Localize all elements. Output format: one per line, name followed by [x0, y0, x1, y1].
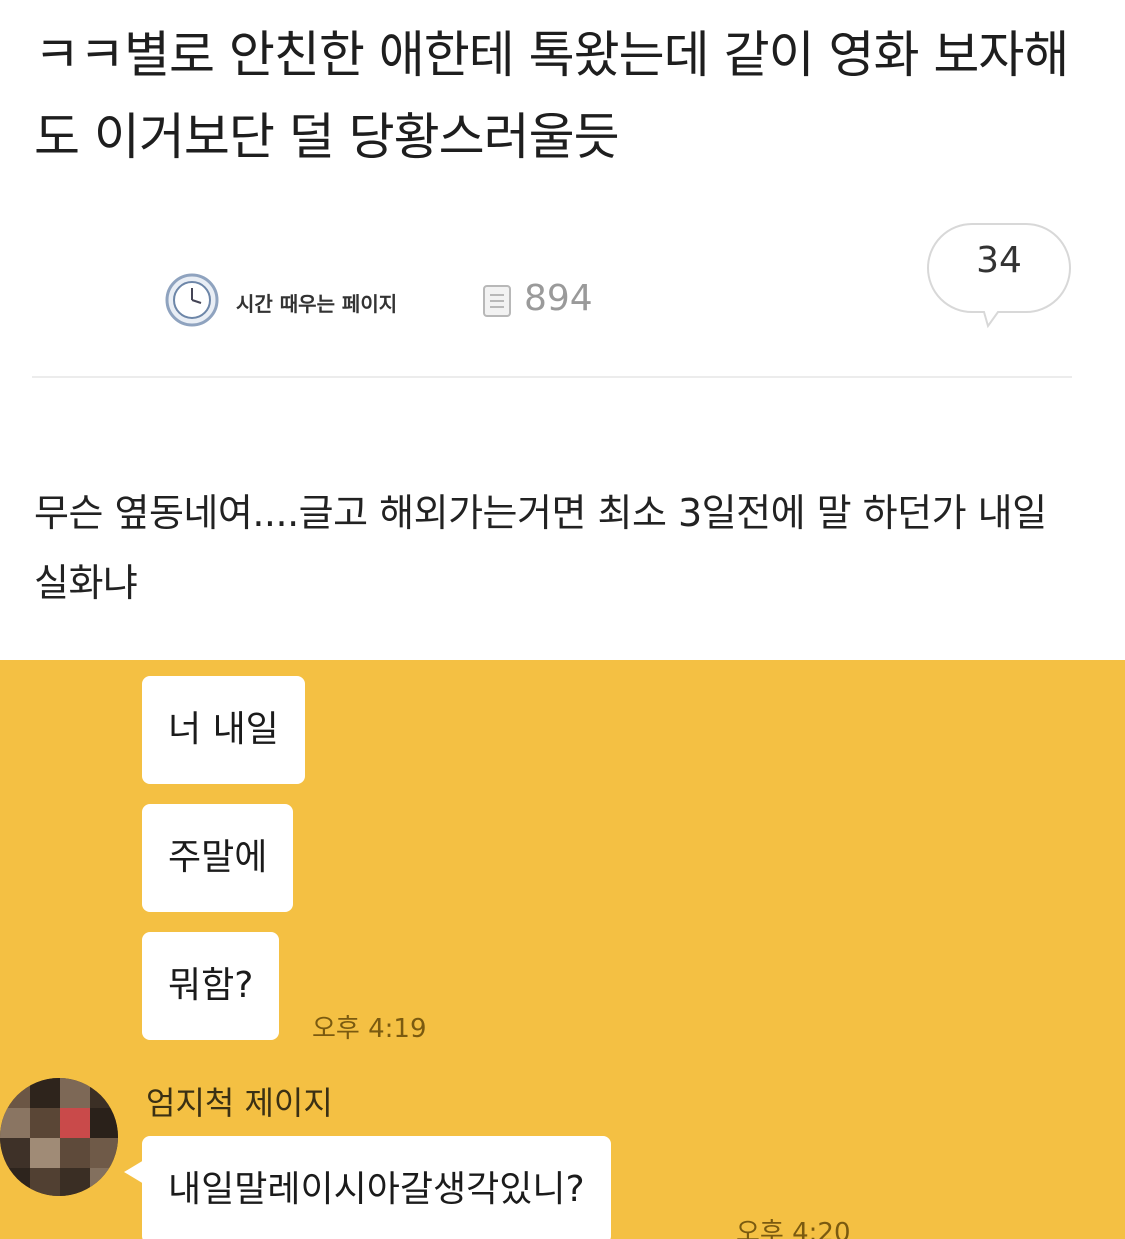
- document-icon: [483, 285, 511, 317]
- post-page: ㅋㅋ별로 안친한 애한테 톡왔는데 같이 영화 보자해도 이거보단 덜 당황스러…: [0, 0, 1125, 1239]
- post-body: 무슨 옆동네여....글고 해외가는거면 최소 3일전에 말 하던가 내일 실화…: [34, 491, 1047, 605]
- view-count: 894: [524, 278, 593, 319]
- avatar: [0, 1078, 118, 1196]
- sender-name: 엄지척 제이지: [146, 1084, 333, 1122]
- message-time: 오후 4:19: [312, 1014, 427, 1044]
- post-title[interactable]: ㅋㅋ별로 안친한 애한테 톡왔는데 같이 영화 보자해도 이거보단 덜 당황스러…: [34, 14, 1084, 178]
- chat-bubble: 주말에: [142, 804, 294, 912]
- bubble-tail: [124, 1160, 144, 1184]
- message-time: 오후 4:20: [736, 1218, 851, 1239]
- avatar-image: [0, 1078, 118, 1196]
- comment-count[interactable]: 34: [926, 240, 1072, 281]
- page-name-link[interactable]: 시간 때우는 페이지: [236, 288, 397, 317]
- chat-bubble: 너 내일: [142, 676, 305, 784]
- chat-screenshot: 너 내일 주말에 뭐함? 오후 4:19 엄지척 제이지 내일말레이시아갈생각있…: [0, 660, 1125, 1239]
- chat-bubble: 뭐함?: [142, 932, 280, 1040]
- divider: [32, 376, 1072, 378]
- chat-bubble-reply: 내일말레이시아갈생각있니?: [142, 1136, 611, 1239]
- clock-icon[interactable]: [164, 272, 220, 328]
